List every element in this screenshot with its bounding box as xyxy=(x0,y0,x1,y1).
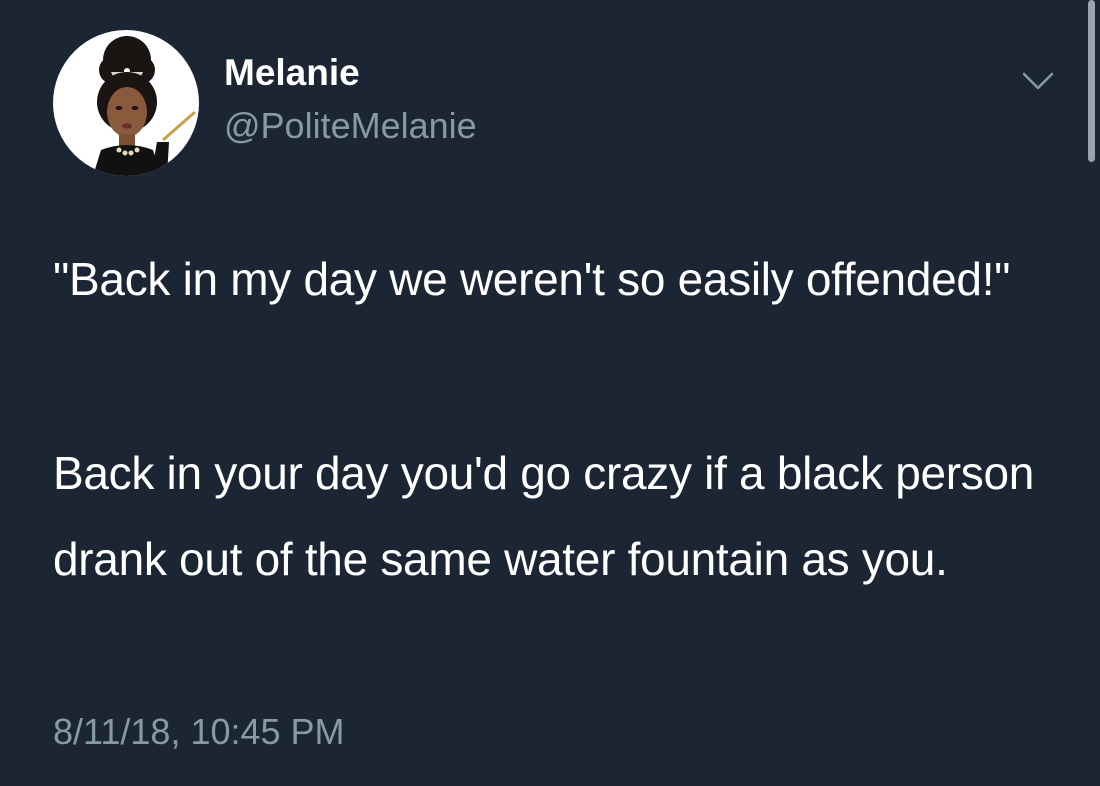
tweet-card: Melanie @PoliteMelanie "Back in my day w… xyxy=(0,0,1100,786)
avatar-illustration xyxy=(93,36,196,176)
scrollbar[interactable] xyxy=(1088,0,1095,162)
tweet-text-paragraph: "Back in my day we weren't so easily off… xyxy=(53,253,1011,305)
user-handle[interactable]: @PoliteMelanie xyxy=(224,104,477,148)
chevron-down-icon[interactable] xyxy=(1018,66,1058,96)
display-name[interactable]: Melanie xyxy=(224,50,360,96)
tweet-text-paragraph: Back in your day you'd go crazy if a bla… xyxy=(53,447,1035,585)
tweet-timestamp[interactable]: 8/11/18, 10:45 PM xyxy=(53,710,345,754)
avatar[interactable] xyxy=(53,30,199,176)
